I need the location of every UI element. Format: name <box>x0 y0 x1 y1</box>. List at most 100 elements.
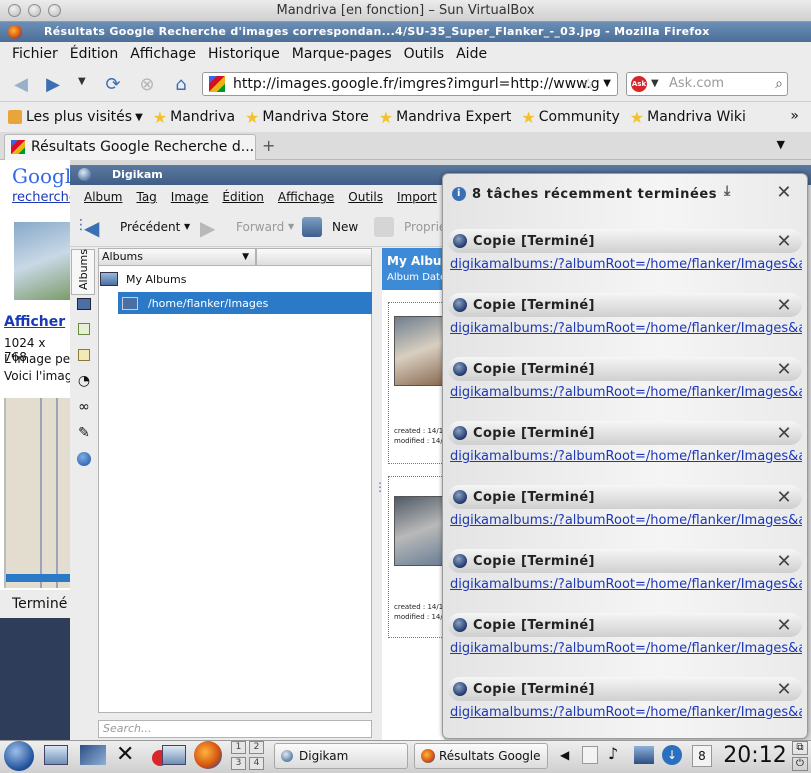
tags-icon[interactable] <box>75 346 93 364</box>
tab-list-icon[interactable]: ▼ <box>777 138 785 151</box>
menu-aide[interactable]: Aide <box>456 46 487 62</box>
forward-dropdown-icon[interactable]: ▼ <box>288 222 294 231</box>
job-link[interactable]: digikamalbums:/?albumRoot=/home/flanker/… <box>450 577 802 595</box>
job-link[interactable]: digikamalbums:/?albumRoot=/home/flanker/… <box>450 257 802 275</box>
menu-edition[interactable]: Édition <box>70 46 118 62</box>
home-icon[interactable]: ⌂ <box>168 71 194 97</box>
forward-button[interactable]: Forward <box>236 220 284 234</box>
taskbar-button-firefox[interactable]: Résultats Google <box>414 743 548 769</box>
search-input[interactable]: Ask ▼ Ask.com ⌕ <box>626 72 788 96</box>
job-link[interactable]: digikamalbums:/?albumRoot=/home/flanker/… <box>450 513 802 531</box>
menu-marque-pages[interactable]: Marque-pages <box>292 46 392 62</box>
timeline-icon[interactable]: ◔ <box>75 372 93 390</box>
tray-arrow-icon[interactable]: ◀ <box>560 748 569 762</box>
afficher-link[interactable]: Afficher <box>4 314 65 330</box>
close-icon[interactable]: ✕ <box>777 487 792 508</box>
ask-engine-icon[interactable]: Ask <box>631 76 647 92</box>
pager-desktop-2[interactable]: 2 <box>249 741 264 754</box>
result-thumbnail[interactable] <box>14 222 70 300</box>
bookmark-star-icon[interactable]: ☆ <box>582 73 595 95</box>
search-icon[interactable]: ⌕ <box>775 73 783 95</box>
thumbnail-image[interactable] <box>394 316 444 386</box>
bookmark-mandriva[interactable]: ★ Mandriva <box>153 108 235 127</box>
start-menu-icon[interactable] <box>4 741 34 771</box>
show-desktop-icon[interactable] <box>44 745 68 765</box>
job-link[interactable]: digikamalbums:/?albumRoot=/home/flanker/… <box>450 449 802 467</box>
close-icon[interactable]: ✕ <box>777 423 792 444</box>
new-button[interactable]: New <box>332 220 358 234</box>
menu-outils[interactable]: Outils <box>404 46 444 62</box>
bookmark-mandriva-expert[interactable]: ★ Mandriva Expert <box>379 108 512 127</box>
close-icon[interactable]: ✕ <box>777 551 792 572</box>
tree-item-home-flanker-images[interactable]: /home/flanker/Images <box>118 292 372 314</box>
sort-dropdown-icon[interactable]: ▼ <box>242 249 249 265</box>
tray-notification-count[interactable]: 8 <box>692 745 712 767</box>
volume-icon[interactable]: ♪ <box>608 744 618 763</box>
taskbar-clock[interactable]: 20:12 <box>718 741 792 771</box>
new-tab-icon[interactable]: + <box>262 136 275 155</box>
job-link[interactable]: digikamalbums:/?albumRoot=/home/flanker/… <box>450 385 802 403</box>
window-restore-icon[interactable]: ⧉ <box>792 741 808 755</box>
menu-affichage[interactable]: Affichage <box>130 46 196 62</box>
bookmark-community[interactable]: ★ Community <box>521 108 619 127</box>
reload-icon[interactable]: ⟳ <box>100 71 126 97</box>
clipboard-icon[interactable] <box>582 746 598 764</box>
tree-item-my-albums[interactable]: My Albums <box>100 270 370 288</box>
properties-icon[interactable] <box>374 217 394 237</box>
close-icon[interactable]: ✕ <box>777 231 792 252</box>
dk-menu-outils[interactable]: Outils <box>348 190 383 204</box>
menu-fichier[interactable]: Fichier <box>12 46 58 62</box>
terminal-icon[interactable] <box>80 745 106 765</box>
close-icon[interactable]: ✕ <box>777 615 792 636</box>
job-link[interactable]: digikamalbums:/?albumRoot=/home/flanker/… <box>450 321 802 339</box>
monitor-icon[interactable] <box>162 745 186 765</box>
logout-icon[interactable]: ⏻ <box>792 757 808 771</box>
network-icon[interactable] <box>634 746 654 764</box>
dk-menu-import[interactable]: Import <box>397 190 437 204</box>
forward-arrow-icon[interactable]: ▶ <box>40 71 66 97</box>
tab-google-results[interactable]: Résultats Google Recherche d... <box>4 134 256 160</box>
side-tab-albums[interactable]: Albums <box>71 249 95 295</box>
download-icon[interactable]: ⤓ <box>724 183 731 199</box>
thumbnail-image[interactable] <box>394 496 444 566</box>
back-arrow-icon[interactable]: ◀ <box>8 71 34 97</box>
albums-tab-icon[interactable] <box>75 295 93 313</box>
job-link[interactable]: digikamalbums:/?albumRoot=/home/flanker/… <box>450 641 802 659</box>
bookmark-most-visited[interactable]: Les plus visités ▼ <box>8 109 143 125</box>
taskbar-button-digikam[interactable]: Digikam <box>274 743 408 769</box>
pager-desktop-4[interactable]: 4 <box>249 757 264 770</box>
dk-menu-image[interactable]: Image <box>171 190 209 204</box>
dk-menu-edition[interactable]: Édition <box>222 190 264 204</box>
properties-button[interactable]: Proprié <box>404 220 446 234</box>
close-icon[interactable]: ✕ <box>776 182 792 203</box>
firefox-launcher-icon[interactable] <box>194 741 222 769</box>
calendar-icon[interactable] <box>75 320 93 338</box>
job-link[interactable]: digikamalbums:/?albumRoot=/home/flanker/… <box>450 705 802 723</box>
forward-arrow-icon[interactable]: ▶ <box>200 216 215 240</box>
albums-search-input[interactable]: Search... <box>98 720 372 738</box>
close-icon[interactable]: ✕ <box>777 295 792 316</box>
tools-icon[interactable]: ✕ <box>116 742 134 767</box>
history-dropdown-icon[interactable]: ▼ <box>78 76 86 87</box>
url-input[interactable]: http://images.google.fr/imgres?imgurl=ht… <box>202 72 618 96</box>
search-binoculars-icon[interactable]: ∞ <box>75 398 93 416</box>
menu-historique[interactable]: Historique <box>208 46 280 62</box>
recherche-link[interactable]: recherche <box>12 190 77 205</box>
albums-column-header[interactable]: Albums ▼ <box>98 248 256 266</box>
pager-desktop-1[interactable]: 1 <box>231 741 246 754</box>
fuzzy-search-icon[interactable]: ✎ <box>75 424 93 442</box>
update-icon[interactable]: ↓ <box>662 745 682 765</box>
pager-desktop-3[interactable]: 3 <box>231 757 246 770</box>
engine-dropdown-icon[interactable]: ▼ <box>651 73 659 95</box>
bookmark-mandriva-wiki[interactable]: ★ Mandriva Wiki <box>630 108 746 127</box>
back-arrow-icon[interactable]: ◀ <box>84 216 99 240</box>
stop-icon[interactable]: ⊗ <box>134 71 160 97</box>
url-dropdown-icon[interactable]: ▼ <box>603 73 611 95</box>
bookmark-mandriva-store[interactable]: ★ Mandriva Store <box>245 108 369 127</box>
close-icon[interactable]: ✕ <box>777 359 792 380</box>
dk-menu-album[interactable]: Album <box>84 190 122 204</box>
prev-dropdown-icon[interactable]: ▼ <box>184 222 190 231</box>
new-album-icon[interactable] <box>302 217 322 237</box>
map-search-icon[interactable] <box>75 450 93 468</box>
bookmarks-overflow-icon[interactable]: » <box>790 108 799 124</box>
